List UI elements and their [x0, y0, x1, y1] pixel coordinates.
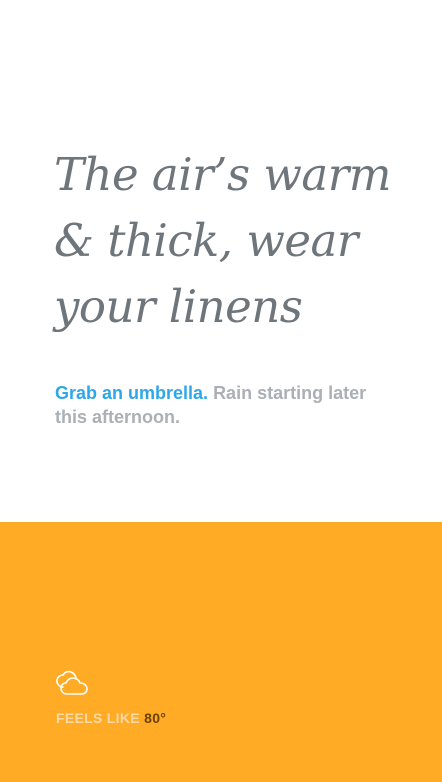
- headline-line-1: The air’s warm: [54, 148, 391, 201]
- forecast-summary: Grab an umbrella. Rain starting later th…: [55, 381, 375, 429]
- feels-like-label: FEELS LIKE: [56, 710, 140, 726]
- weather-headline: The air’s warm & thick, wear your linens: [54, 142, 414, 340]
- feels-like-value: 80°: [144, 710, 167, 726]
- feels-like-row: FEELS LIKE 80°: [56, 709, 166, 727]
- conditions-panel: [0, 522, 442, 782]
- forecast-lead: Grab an umbrella.: [55, 383, 209, 403]
- headline-line-2: & thick, wear: [54, 214, 358, 267]
- headline-line-3: your linens: [54, 280, 303, 333]
- message-panel: The air’s warm & thick, wear your linens…: [0, 0, 442, 522]
- cloud-icon: [56, 670, 88, 695]
